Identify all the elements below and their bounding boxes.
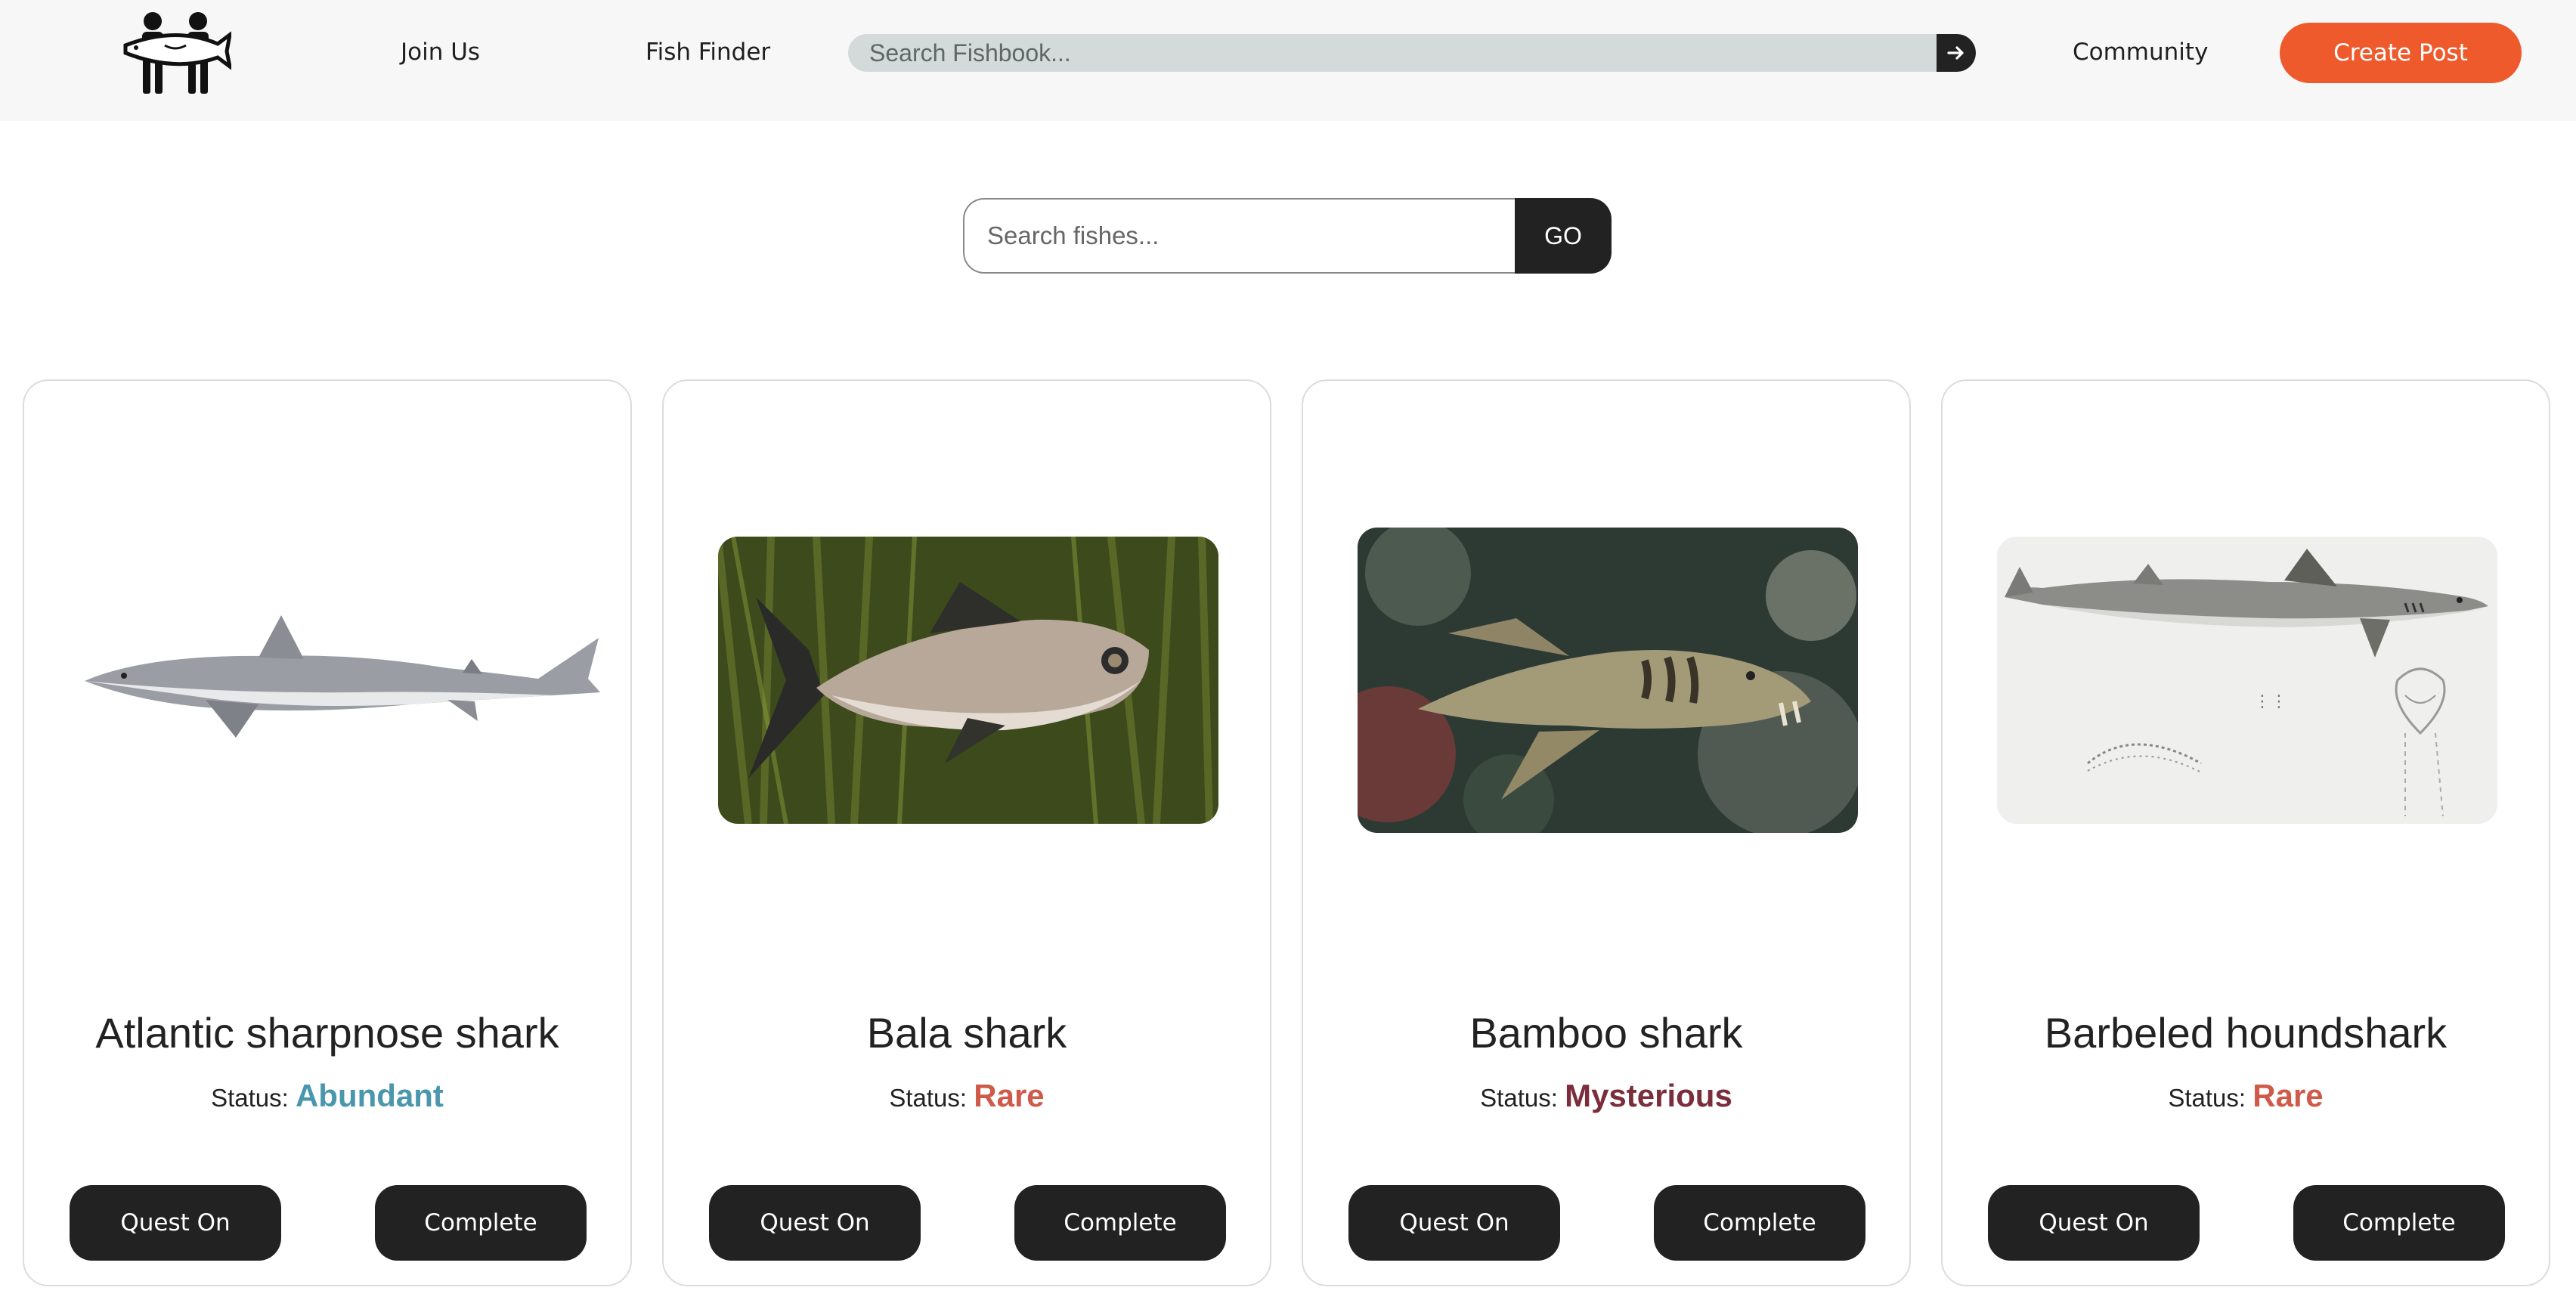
quest-on-button[interactable]: Quest On xyxy=(709,1185,921,1261)
top-navbar: Join Us Fish Finder Community Create Pos… xyxy=(0,0,2576,121)
quest-on-button[interactable]: Quest On xyxy=(70,1185,281,1261)
svg-text:⋮⋮: ⋮⋮ xyxy=(2254,692,2287,711)
nav-fish-finder[interactable]: Fish Finder xyxy=(646,35,770,70)
complete-button[interactable]: Complete xyxy=(1014,1185,1226,1261)
fish-image xyxy=(718,537,1218,824)
fish-card: ⋮⋮ Barbeled houndshark Status: Rare Ques… xyxy=(1941,379,2550,1286)
fish-status: Status: Mysterious xyxy=(1303,1078,1909,1114)
fish-status: Status: Abundant xyxy=(24,1078,630,1114)
fish-card: Bamboo shark Status: Mysterious Quest On… xyxy=(1302,379,1911,1286)
status-badge: Rare xyxy=(2252,1078,2324,1113)
fish-card: Bala shark Status: Rare Quest On Complet… xyxy=(662,379,1271,1286)
fish-name: Bamboo shark xyxy=(1469,1009,1743,1057)
status-label: Status: xyxy=(1480,1084,1558,1112)
complete-button[interactable]: Complete xyxy=(375,1185,587,1261)
fishbook-logo[interactable] xyxy=(119,9,231,98)
status-label: Status: xyxy=(211,1084,289,1112)
arrow-right-icon xyxy=(1947,46,1964,60)
complete-button[interactable]: Complete xyxy=(1654,1185,1865,1261)
status-label: Status: xyxy=(2168,1084,2246,1112)
status-badge: Rare xyxy=(974,1078,1045,1113)
quest-on-button[interactable]: Quest On xyxy=(1988,1185,2200,1261)
fish-image xyxy=(54,594,623,756)
fish-name: Atlantic sharpnose shark xyxy=(95,1009,559,1057)
global-search-bar xyxy=(848,34,1976,72)
nav-join-us[interactable]: Join Us xyxy=(401,35,480,70)
status-badge: Abundant xyxy=(295,1078,444,1113)
fish-search-bar: GO xyxy=(963,198,1612,274)
status-badge: Mysterious xyxy=(1565,1078,1732,1113)
fish-search-input[interactable] xyxy=(963,198,1519,274)
fish-search-go-button[interactable]: GO xyxy=(1515,198,1612,274)
complete-button[interactable]: Complete xyxy=(2293,1185,2505,1261)
create-post-button[interactable]: Create Post xyxy=(2280,23,2522,83)
fish-status: Status: Rare xyxy=(1943,1078,2549,1114)
global-search-input[interactable] xyxy=(869,34,1943,72)
nav-community[interactable]: Community xyxy=(2073,35,2208,70)
fish-image xyxy=(1358,528,1858,833)
fish-name: Bala shark xyxy=(866,1009,1067,1057)
fish-name: Barbeled houndshark xyxy=(2044,1009,2448,1057)
fish-image: ⋮⋮ xyxy=(1997,537,2497,824)
quest-on-button[interactable]: Quest On xyxy=(1348,1185,1560,1261)
fish-status: Status: Rare xyxy=(664,1078,1270,1114)
fish-card: Atlantic sharpnose shark Status: Abundan… xyxy=(23,379,632,1286)
status-label: Status: xyxy=(889,1084,968,1112)
global-search-submit-button[interactable] xyxy=(1937,34,1976,72)
